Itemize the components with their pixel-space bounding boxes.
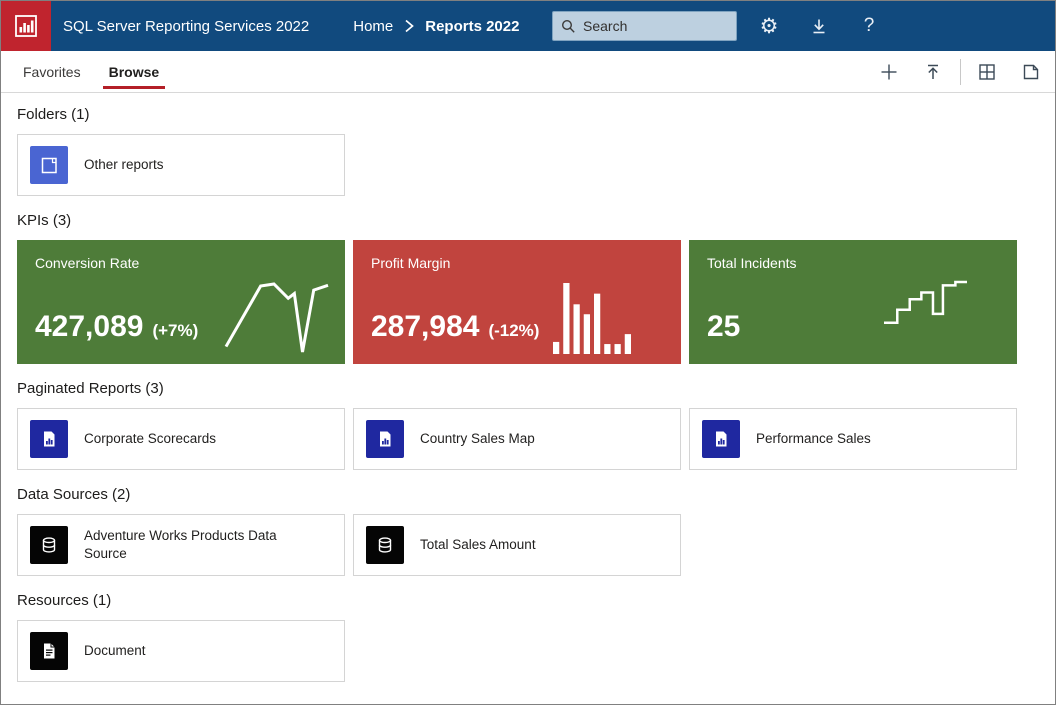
report-card-performance-sales[interactable]: Performance Sales [689,408,1017,470]
kpi-title: Total Incidents [707,255,797,271]
tab-browse[interactable]: Browse [103,51,166,92]
report-icon [702,420,740,458]
database-icon [366,526,404,564]
kpi-line-sparkline [226,284,328,352]
kpi-card-profit-margin[interactable]: Profit Margin 287,984 (-12%) [353,240,681,364]
browse-content: Folders (1) Other reports KPIs (3) Conve… [1,106,1055,682]
tab-bar: Favorites Browse [1,51,1055,93]
paginated-reports-row: Corporate Scorecards Country Sales Map [17,408,1055,470]
tiles-view-button[interactable] [977,62,997,82]
section-title-data-sources: Data Sources (2) [17,486,1055,503]
kpi-step-sparkline [884,282,967,324]
section-title-resources: Resources (1) [17,592,1055,609]
document-icon [30,632,68,670]
resource-card-document[interactable]: Document [17,620,345,682]
item-label: Country Sales Map [420,430,535,448]
item-label: Adventure Works Products Data Source [84,527,302,563]
report-card-corporate-scorecards[interactable]: Corporate Scorecards [17,408,345,470]
details-view-icon [1021,62,1041,82]
search-icon [560,18,577,35]
database-icon [30,526,68,564]
item-label: Other reports [84,156,164,174]
tiles-view-icon [977,62,997,82]
plus-icon [879,62,899,82]
top-bar: SQL Server Reporting Services 2022 Home … [1,1,1055,51]
report-icon [366,420,404,458]
new-item-button[interactable] [879,62,899,82]
breadcrumb: Home Reports 2022 [353,18,519,35]
resources-row: Document [17,620,1055,682]
section-title-paginated-reports: Paginated Reports (3) [17,380,1055,397]
kpi-value: 287,984 (-12%) [371,310,539,344]
upload-icon [923,62,943,82]
search-box [552,11,737,41]
kpis-row: Conversion Rate 427,089 (+7%) Profit Mar… [17,240,1055,364]
app-title: SQL Server Reporting Services 2022 [63,18,309,35]
kpi-title: Conversion Rate [35,255,139,271]
item-label: Document [84,642,146,660]
report-icon [30,420,68,458]
help-icon[interactable]: ? [857,14,881,38]
data-sources-row: Adventure Works Products Data Source Tot… [17,514,1055,576]
datasource-card-total-sales-amount[interactable]: Total Sales Amount [353,514,681,576]
tab-actions [855,51,1041,93]
bar-chart-logo-icon [12,12,40,40]
breadcrumb-home[interactable]: Home [353,18,393,35]
toolbar-divider [960,59,961,85]
kpi-title: Profit Margin [371,255,450,271]
search-input[interactable] [552,11,737,41]
upload-button[interactable] [923,62,943,82]
section-title-folders: Folders (1) [17,106,1055,123]
kpi-value: 427,089 (+7%) [35,310,198,344]
breadcrumb-current: Reports 2022 [425,18,519,35]
chevron-right-icon [403,18,415,34]
datasource-card-adventure-works[interactable]: Adventure Works Products Data Source [17,514,345,576]
item-label: Total Sales Amount [420,536,536,554]
header-actions: ⚙ ? [757,1,881,51]
item-label: Performance Sales [756,430,871,448]
kpi-value: 25 [707,310,749,344]
folder-icon [30,146,68,184]
download-icon[interactable] [807,14,831,38]
report-card-country-sales-map[interactable]: Country Sales Map [353,408,681,470]
section-title-kpis: KPIs (3) [17,212,1055,229]
details-view-button[interactable] [1021,62,1041,82]
folder-card-other-reports[interactable]: Other reports [17,134,345,196]
tab-favorites[interactable]: Favorites [17,51,87,92]
folders-row: Other reports [17,134,1055,196]
kpi-card-total-incidents[interactable]: Total Incidents 25 [689,240,1017,364]
app-logo[interactable] [1,1,51,51]
settings-icon[interactable]: ⚙ [757,14,781,38]
kpi-bar-sparkline [553,283,631,354]
kpi-card-conversion-rate[interactable]: Conversion Rate 427,089 (+7%) [17,240,345,364]
item-label: Corporate Scorecards [84,430,216,448]
